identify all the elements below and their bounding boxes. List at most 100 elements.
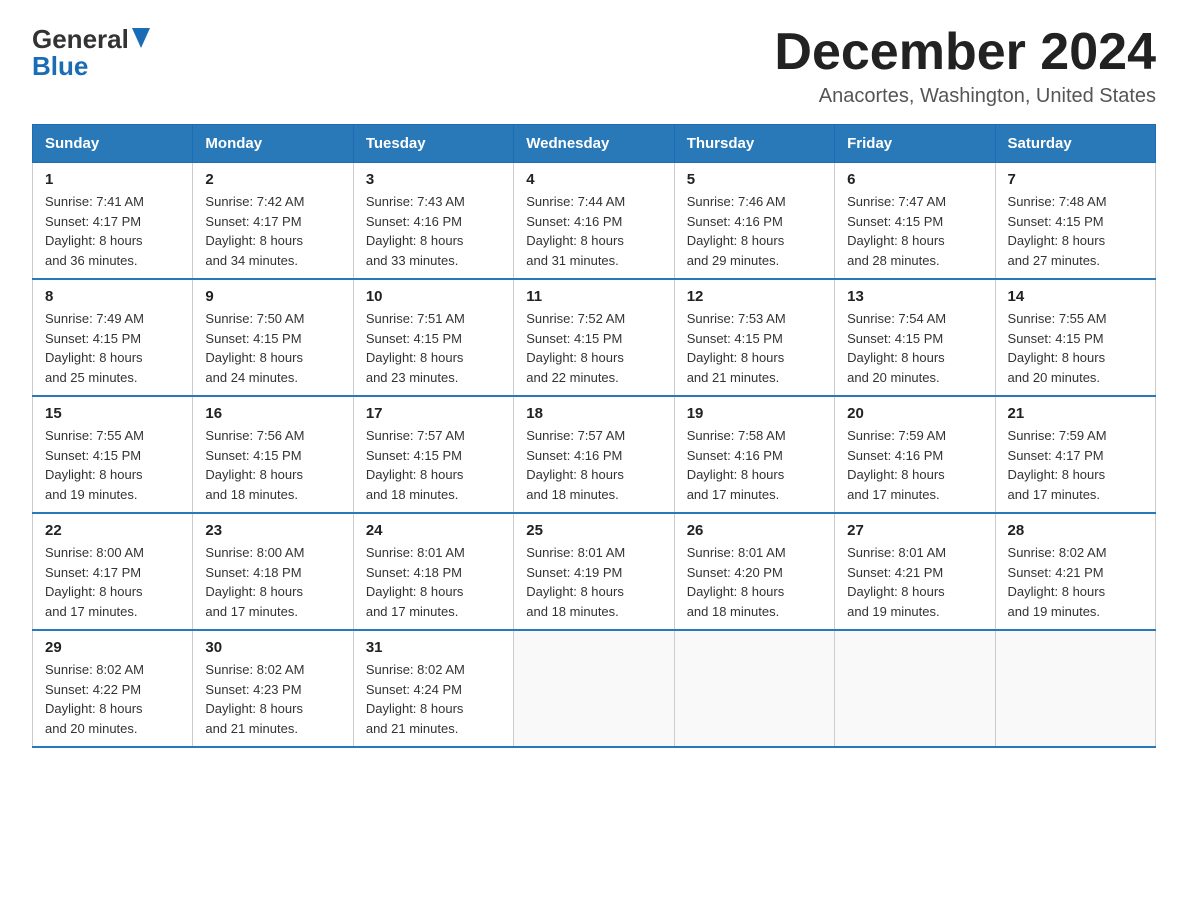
day-number: 15 — [45, 405, 180, 422]
calendar-cell: 6 Sunrise: 7:47 AM Sunset: 4:15 PM Dayli… — [835, 163, 995, 280]
day-number: 12 — [687, 288, 822, 305]
calendar-cell: 27 Sunrise: 8:01 AM Sunset: 4:21 PM Dayl… — [835, 513, 995, 630]
calendar-cell: 24 Sunrise: 8:01 AM Sunset: 4:18 PM Dayl… — [353, 513, 513, 630]
calendar-cell — [674, 630, 834, 747]
day-info: Sunrise: 7:51 AM Sunset: 4:15 PM Dayligh… — [366, 311, 465, 385]
calendar-cell: 13 Sunrise: 7:54 AM Sunset: 4:15 PM Dayl… — [835, 279, 995, 396]
day-header-monday: Monday — [193, 125, 353, 163]
day-info: Sunrise: 7:57 AM Sunset: 4:16 PM Dayligh… — [526, 428, 625, 502]
day-number: 24 — [366, 522, 501, 539]
day-number: 1 — [45, 171, 180, 188]
day-info: Sunrise: 7:54 AM Sunset: 4:15 PM Dayligh… — [847, 311, 946, 385]
calendar-cell: 15 Sunrise: 7:55 AM Sunset: 4:15 PM Dayl… — [33, 396, 193, 513]
day-info: Sunrise: 7:50 AM Sunset: 4:15 PM Dayligh… — [205, 311, 304, 385]
day-number: 11 — [526, 288, 661, 305]
calendar-cell: 16 Sunrise: 7:56 AM Sunset: 4:15 PM Dayl… — [193, 396, 353, 513]
calendar-cell: 2 Sunrise: 7:42 AM Sunset: 4:17 PM Dayli… — [193, 163, 353, 280]
day-number: 22 — [45, 522, 180, 539]
logo: General Blue — [32, 24, 150, 82]
calendar-cell: 29 Sunrise: 8:02 AM Sunset: 4:22 PM Dayl… — [33, 630, 193, 747]
calendar-table: SundayMondayTuesdayWednesdayThursdayFrid… — [32, 124, 1156, 748]
calendar-cell: 26 Sunrise: 8:01 AM Sunset: 4:20 PM Dayl… — [674, 513, 834, 630]
day-info: Sunrise: 8:02 AM Sunset: 4:23 PM Dayligh… — [205, 662, 304, 736]
day-info: Sunrise: 7:58 AM Sunset: 4:16 PM Dayligh… — [687, 428, 786, 502]
day-header-friday: Friday — [835, 125, 995, 163]
calendar-cell: 11 Sunrise: 7:52 AM Sunset: 4:15 PM Dayl… — [514, 279, 674, 396]
day-number: 2 — [205, 171, 340, 188]
day-number: 3 — [366, 171, 501, 188]
calendar-cell: 10 Sunrise: 7:51 AM Sunset: 4:15 PM Dayl… — [353, 279, 513, 396]
day-info: Sunrise: 7:55 AM Sunset: 4:15 PM Dayligh… — [1008, 311, 1107, 385]
day-number: 5 — [687, 171, 822, 188]
calendar-cell: 20 Sunrise: 7:59 AM Sunset: 4:16 PM Dayl… — [835, 396, 995, 513]
day-number: 9 — [205, 288, 340, 305]
main-title: December 2024 — [774, 24, 1156, 81]
day-number: 21 — [1008, 405, 1143, 422]
logo-blue-text: Blue — [32, 51, 88, 82]
calendar-cell: 14 Sunrise: 7:55 AM Sunset: 4:15 PM Dayl… — [995, 279, 1155, 396]
calendar-cell: 30 Sunrise: 8:02 AM Sunset: 4:23 PM Dayl… — [193, 630, 353, 747]
day-number: 19 — [687, 405, 822, 422]
day-info: Sunrise: 8:01 AM Sunset: 4:19 PM Dayligh… — [526, 545, 625, 619]
calendar-cell: 18 Sunrise: 7:57 AM Sunset: 4:16 PM Dayl… — [514, 396, 674, 513]
calendar-cell: 17 Sunrise: 7:57 AM Sunset: 4:15 PM Dayl… — [353, 396, 513, 513]
day-info: Sunrise: 8:00 AM Sunset: 4:17 PM Dayligh… — [45, 545, 144, 619]
day-header-thursday: Thursday — [674, 125, 834, 163]
day-number: 10 — [366, 288, 501, 305]
day-info: Sunrise: 7:55 AM Sunset: 4:15 PM Dayligh… — [45, 428, 144, 502]
day-info: Sunrise: 8:01 AM Sunset: 4:20 PM Dayligh… — [687, 545, 786, 619]
day-number: 25 — [526, 522, 661, 539]
calendar-cell: 8 Sunrise: 7:49 AM Sunset: 4:15 PM Dayli… — [33, 279, 193, 396]
day-number: 13 — [847, 288, 982, 305]
calendar-cell: 9 Sunrise: 7:50 AM Sunset: 4:15 PM Dayli… — [193, 279, 353, 396]
day-info: Sunrise: 7:46 AM Sunset: 4:16 PM Dayligh… — [687, 194, 786, 268]
day-header-tuesday: Tuesday — [353, 125, 513, 163]
day-header-wednesday: Wednesday — [514, 125, 674, 163]
day-info: Sunrise: 7:44 AM Sunset: 4:16 PM Dayligh… — [526, 194, 625, 268]
day-number: 7 — [1008, 171, 1143, 188]
calendar-cell: 3 Sunrise: 7:43 AM Sunset: 4:16 PM Dayli… — [353, 163, 513, 280]
calendar-cell: 7 Sunrise: 7:48 AM Sunset: 4:15 PM Dayli… — [995, 163, 1155, 280]
calendar-cell: 23 Sunrise: 8:00 AM Sunset: 4:18 PM Dayl… — [193, 513, 353, 630]
calendar-cell: 22 Sunrise: 8:00 AM Sunset: 4:17 PM Dayl… — [33, 513, 193, 630]
day-header-sunday: Sunday — [33, 125, 193, 163]
calendar-cell: 31 Sunrise: 8:02 AM Sunset: 4:24 PM Dayl… — [353, 630, 513, 747]
day-info: Sunrise: 8:01 AM Sunset: 4:21 PM Dayligh… — [847, 545, 946, 619]
calendar-cell: 4 Sunrise: 7:44 AM Sunset: 4:16 PM Dayli… — [514, 163, 674, 280]
calendar-cell: 28 Sunrise: 8:02 AM Sunset: 4:21 PM Dayl… — [995, 513, 1155, 630]
day-info: Sunrise: 7:59 AM Sunset: 4:16 PM Dayligh… — [847, 428, 946, 502]
calendar-cell: 25 Sunrise: 8:01 AM Sunset: 4:19 PM Dayl… — [514, 513, 674, 630]
title-block: December 2024 Anacortes, Washington, Uni… — [774, 24, 1156, 108]
day-info: Sunrise: 7:56 AM Sunset: 4:15 PM Dayligh… — [205, 428, 304, 502]
day-info: Sunrise: 7:47 AM Sunset: 4:15 PM Dayligh… — [847, 194, 946, 268]
day-number: 17 — [366, 405, 501, 422]
day-number: 20 — [847, 405, 982, 422]
day-info: Sunrise: 7:49 AM Sunset: 4:15 PM Dayligh… — [45, 311, 144, 385]
day-number: 26 — [687, 522, 822, 539]
day-number: 14 — [1008, 288, 1143, 305]
calendar-cell: 21 Sunrise: 7:59 AM Sunset: 4:17 PM Dayl… — [995, 396, 1155, 513]
day-info: Sunrise: 8:00 AM Sunset: 4:18 PM Dayligh… — [205, 545, 304, 619]
day-number: 30 — [205, 639, 340, 656]
subtitle: Anacortes, Washington, United States — [774, 85, 1156, 108]
day-number: 18 — [526, 405, 661, 422]
day-number: 8 — [45, 288, 180, 305]
calendar-week-3: 15 Sunrise: 7:55 AM Sunset: 4:15 PM Dayl… — [33, 396, 1156, 513]
day-info: Sunrise: 7:53 AM Sunset: 4:15 PM Dayligh… — [687, 311, 786, 385]
calendar-cell — [835, 630, 995, 747]
calendar-cell: 5 Sunrise: 7:46 AM Sunset: 4:16 PM Dayli… — [674, 163, 834, 280]
calendar-cell: 1 Sunrise: 7:41 AM Sunset: 4:17 PM Dayli… — [33, 163, 193, 280]
day-info: Sunrise: 7:43 AM Sunset: 4:16 PM Dayligh… — [366, 194, 465, 268]
day-number: 6 — [847, 171, 982, 188]
day-number: 31 — [366, 639, 501, 656]
day-info: Sunrise: 7:42 AM Sunset: 4:17 PM Dayligh… — [205, 194, 304, 268]
day-info: Sunrise: 8:01 AM Sunset: 4:18 PM Dayligh… — [366, 545, 465, 619]
day-number: 23 — [205, 522, 340, 539]
day-number: 16 — [205, 405, 340, 422]
calendar-week-4: 22 Sunrise: 8:00 AM Sunset: 4:17 PM Dayl… — [33, 513, 1156, 630]
day-info: Sunrise: 7:59 AM Sunset: 4:17 PM Dayligh… — [1008, 428, 1107, 502]
calendar-cell: 12 Sunrise: 7:53 AM Sunset: 4:15 PM Dayl… — [674, 279, 834, 396]
calendar-header-row: SundayMondayTuesdayWednesdayThursdayFrid… — [33, 125, 1156, 163]
day-info: Sunrise: 8:02 AM Sunset: 4:21 PM Dayligh… — [1008, 545, 1107, 619]
day-header-saturday: Saturday — [995, 125, 1155, 163]
